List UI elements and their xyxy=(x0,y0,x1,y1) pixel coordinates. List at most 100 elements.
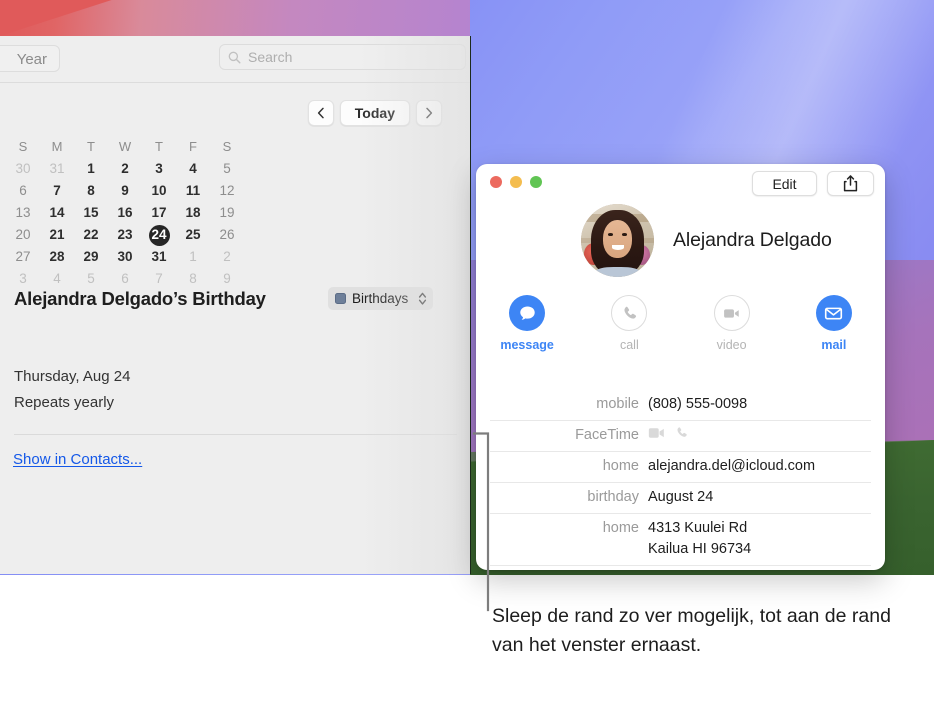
year-view-button[interactable]: Year xyxy=(0,45,60,72)
contact-field-row[interactable]: FaceTime xyxy=(490,421,871,452)
next-period-button[interactable] xyxy=(416,100,442,126)
day-number: 4 xyxy=(189,161,197,176)
day-of-week-header: M xyxy=(51,139,63,154)
contact-field-row[interactable]: mobile (808) 555-0098 xyxy=(490,390,871,421)
search-icon xyxy=(228,51,241,64)
day-cell[interactable]: 6 xyxy=(108,268,142,290)
show-in-contacts-link[interactable]: Show in Contacts... xyxy=(13,451,142,468)
message-bubble-icon-circle[interactable] xyxy=(509,295,546,331)
zoom-button[interactable] xyxy=(530,176,542,188)
day-cell[interactable]: 5 xyxy=(210,158,244,180)
day-cell[interactable]: 9 xyxy=(108,180,142,202)
day-cell[interactable]: 11 xyxy=(176,180,210,202)
day-cell[interactable]: 31 xyxy=(142,246,176,268)
phone-icon[interactable] xyxy=(674,426,691,445)
envelope-icon-circle[interactable] xyxy=(815,295,852,331)
day-cell[interactable]: 7 xyxy=(40,180,74,202)
day-cell[interactable]: 8 xyxy=(74,180,108,202)
day-cell[interactable]: 3 xyxy=(6,268,40,290)
contact-field-label: mobile xyxy=(596,396,639,412)
day-cell[interactable]: 30 xyxy=(108,246,142,268)
today-button[interactable]: Today xyxy=(339,100,410,126)
day-number: 3 xyxy=(155,161,163,176)
day-cell[interactable]: 12 xyxy=(210,180,244,202)
day-cell[interactable]: 31 xyxy=(40,158,74,180)
day-cell[interactable]: 23 xyxy=(108,224,142,246)
phone-icon-circle[interactable] xyxy=(611,295,648,331)
day-cell[interactable]: 10 xyxy=(142,180,176,202)
action-video[interactable]: video xyxy=(681,295,783,352)
day-cell[interactable]: 1 xyxy=(74,158,108,180)
day-cell[interactable]: 18 xyxy=(176,202,210,224)
day-cell[interactable]: 2 xyxy=(210,246,244,268)
day-cell[interactable]: 15 xyxy=(74,202,108,224)
day-cell[interactable]: 14 xyxy=(40,202,74,224)
minimize-button[interactable] xyxy=(510,176,522,188)
calendar-inspector-window: Year Search Today S M T W T F S 30 31 1 2 3 4 5 6 7 8 9 10… xyxy=(0,36,471,574)
day-cell[interactable]: 21 xyxy=(40,224,74,246)
day-cell[interactable]: 16 xyxy=(108,202,142,224)
previous-period-button[interactable] xyxy=(307,100,334,126)
event-divider xyxy=(14,434,457,435)
day-cell[interactable]: 20 xyxy=(6,224,40,246)
contact-field-value: 4313 Kuulei Rd Kailua HI 96734 xyxy=(648,518,751,560)
day-cell[interactable]: 30 xyxy=(6,158,40,180)
contact-field-label: home xyxy=(602,520,639,536)
day-cell[interactable]: 4 xyxy=(40,268,74,290)
day-cell[interactable]: 25 xyxy=(176,224,210,246)
day-cell[interactable]: 22 xyxy=(74,224,108,246)
contacts-card-window: Edit Alejandra Delgado message call video m… xyxy=(476,164,885,570)
day-cell[interactable]: 4 xyxy=(176,158,210,180)
facetime-icons[interactable] xyxy=(648,425,691,446)
day-cell[interactable]: 1 xyxy=(176,246,210,268)
day-cell[interactable]: 13 xyxy=(6,202,40,224)
day-cell[interactable]: 8 xyxy=(176,268,210,290)
day-of-week-header: T xyxy=(155,139,163,154)
day-cell[interactable]: 3 xyxy=(142,158,176,180)
calendar-toolbar: Year Search xyxy=(0,36,470,83)
contact-field-row[interactable]: home alejandra.del@icloud.com xyxy=(490,452,871,483)
day-cell[interactable]: 5 xyxy=(74,268,108,290)
day-cell-selected[interactable]: 24 xyxy=(142,224,176,246)
day-number: 1 xyxy=(87,161,95,176)
share-button[interactable] xyxy=(827,171,874,196)
day-number: 2 xyxy=(121,161,129,176)
day-number: 18 xyxy=(185,205,201,220)
day-cell[interactable]: 29 xyxy=(74,246,108,268)
action-message[interactable]: message xyxy=(476,295,578,352)
edit-button[interactable]: Edit xyxy=(752,171,817,196)
day-number: 4 xyxy=(53,271,61,286)
day-cell[interactable]: 27 xyxy=(6,246,40,268)
calendar-color-swatch xyxy=(335,293,346,304)
action-mail[interactable]: mail xyxy=(783,295,885,352)
day-cell[interactable]: 17 xyxy=(142,202,176,224)
video-camera-icon-circle[interactable] xyxy=(713,295,750,331)
day-cell[interactable]: 28 xyxy=(40,246,74,268)
stepper-chevrons-icon xyxy=(419,292,427,305)
search-field[interactable]: Search xyxy=(219,44,466,70)
day-of-week-header: S xyxy=(18,139,28,154)
day-number: 10 xyxy=(151,183,167,198)
contact-fields-list: mobile (808) 555-0098 FaceTime home alejandr… xyxy=(490,390,871,566)
day-cell[interactable]: 9 xyxy=(210,268,244,290)
day-cell[interactable]: 26 xyxy=(210,224,244,246)
event-calendar-popup-button[interactable]: Birthdays xyxy=(328,287,434,310)
action-call[interactable]: call xyxy=(578,295,680,352)
video-camera-icon[interactable] xyxy=(648,426,665,445)
avatar[interactable] xyxy=(581,204,654,277)
callout-leader-line xyxy=(472,432,490,612)
contact-field-row[interactable]: home 4313 Kuulei Rd Kailua HI 96734 xyxy=(490,514,871,566)
day-of-week-header: W xyxy=(118,139,132,154)
close-button[interactable] xyxy=(490,176,502,188)
contact-field-label: FaceTime xyxy=(575,427,639,443)
contact-field-row[interactable]: birthday August 24 xyxy=(490,483,871,514)
day-cell[interactable]: 6 xyxy=(6,180,40,202)
day-number: 30 xyxy=(15,161,31,176)
month-day-grid[interactable]: S M T W T F S 30 31 1 2 3 4 5 6 7 8 9 10 11 12 13 14 15 16 17 18 19… xyxy=(6,136,246,290)
day-number: 28 xyxy=(49,249,65,264)
day-cell[interactable]: 7 xyxy=(142,268,176,290)
event-repeat: Repeats yearly xyxy=(14,394,115,411)
day-cell[interactable]: 19 xyxy=(210,202,244,224)
day-cell[interactable]: 2 xyxy=(108,158,142,180)
day-number: 7 xyxy=(53,183,61,198)
